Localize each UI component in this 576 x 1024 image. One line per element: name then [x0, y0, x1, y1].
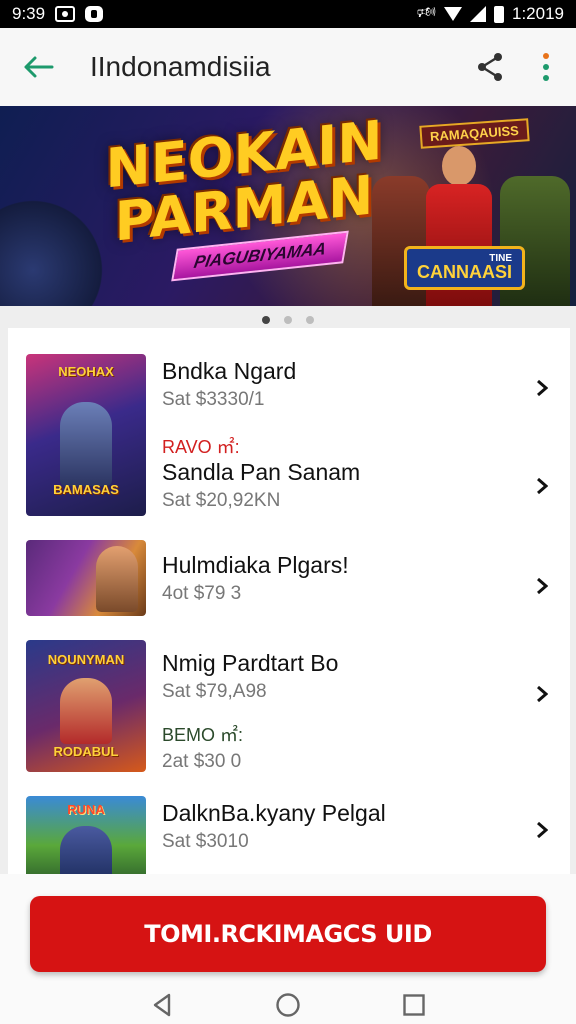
list-item[interactable]: NEOHAX BAMASAS Bndka Ngard Sat $3330/1 R…: [8, 328, 570, 528]
app-notification-icon: [85, 6, 104, 22]
chevron-right-icon: [532, 376, 552, 400]
primary-action-button[interactable]: TOMI.RCKIMAGCS UID: [30, 896, 546, 972]
carousel-dot[interactable]: [262, 316, 270, 324]
item-title: Bndka Ngard: [162, 358, 297, 384]
list-item[interactable]: NOUNYMAN RODABUL Nmig Pardtart Bo Sat $7…: [8, 628, 570, 778]
game-thumbnail: [26, 540, 146, 616]
app-title: IIndonamdisiia: [90, 51, 271, 82]
thumbnail-label: RODABUL: [53, 744, 119, 759]
thumbnail-figure: [96, 546, 138, 612]
app-bar: IIndonamdisiia: [0, 28, 576, 106]
status-time-right: 1:2019: [512, 4, 564, 23]
carousel-dot[interactable]: [306, 316, 314, 324]
item-title: Nmig Pardtart Bo: [162, 650, 339, 676]
carousel-indicator: [0, 316, 576, 324]
item-subtitle: Sat $79,A98: [162, 681, 267, 702]
item-subtitle: 4ot $79 3: [162, 583, 242, 604]
item-subtitle: Sat $3010: [162, 831, 249, 852]
game-thumbnail: NOUNYMAN RODABUL: [26, 640, 146, 772]
chevron-right-icon: [532, 574, 552, 598]
nav-back-icon[interactable]: [147, 990, 177, 1020]
game-thumbnail: NEOHAX BAMASAS: [26, 354, 146, 516]
back-arrow-icon[interactable]: [18, 47, 58, 87]
screenshot-notification-icon: [55, 6, 76, 22]
chevron-right-icon: [532, 682, 552, 706]
carousel-dot[interactable]: [284, 316, 292, 324]
item-subtitle: Sat $3330/1: [162, 389, 265, 410]
thumbnail-figure: [60, 826, 112, 874]
thumbnail-label: RUNA: [67, 802, 105, 817]
system-nav-bar: [0, 986, 576, 1024]
nav-recents-icon[interactable]: [399, 990, 429, 1020]
thumbnail-figure: [60, 402, 112, 486]
thumbnail-label: NEOHAX: [58, 364, 114, 379]
battery-icon: [494, 5, 504, 23]
promo-banner[interactable]: NEOKAIN PARMAN PIAGUBIYAMAA RAMAQAUISS T…: [0, 106, 576, 306]
item-tag: BEMO ㎡:: [162, 725, 244, 745]
chevron-right-icon: [532, 474, 552, 498]
game-thumbnail: RUNA: [26, 796, 146, 874]
item-title-secondary: Sandla Pan Sanam: [162, 459, 361, 485]
thumbnail-label: NOUNYMAN: [47, 652, 125, 667]
list-item[interactable]: RUNA DalknBa.kyany Pelgal Sat $3010: [8, 778, 570, 874]
item-title: Hulmdiaka Plgars!: [162, 552, 349, 578]
bottom-area: TOMI.RCKIMAGCS UID: [0, 874, 576, 1024]
nav-home-icon[interactable]: [273, 990, 303, 1020]
item-text: Bndka Ngard Sat $3330/1 RAVO ㎡: Sandla P…: [162, 358, 360, 512]
status-time-left: 9:39: [12, 4, 46, 23]
status-bar: 9:39 🕬 1:2019: [0, 0, 576, 28]
item-subtitle-secondary: Sat $20,92KN: [162, 490, 281, 511]
thumbnail-label: BAMASAS: [53, 482, 119, 497]
vibrate-icon: 🕬: [416, 3, 436, 21]
chevron-right-icon: [532, 818, 552, 842]
thumbnail-figure: [60, 678, 112, 744]
wifi-icon: [444, 7, 462, 21]
signal-icon: [470, 6, 486, 22]
list-item[interactable]: Hulmdiaka Plgars! 4ot $79 3: [8, 528, 570, 628]
share-icon[interactable]: [470, 47, 510, 87]
overflow-menu-icon[interactable]: [534, 47, 558, 87]
item-title: DalknBa.kyany Pelgal: [162, 800, 386, 826]
banner-badge: TINE CANNAASI: [404, 246, 526, 290]
item-text: Hulmdiaka Plgars! 4ot $79 3: [162, 552, 349, 605]
item-subtitle-secondary: 2at $30 0: [162, 751, 242, 772]
item-tag: RAVO ㎡:: [162, 437, 240, 457]
item-text: DalknBa.kyany Pelgal Sat $3010: [162, 800, 386, 853]
banner-badge-main: CANNAASI: [417, 262, 513, 282]
item-text: Nmig Pardtart Bo Sat $79,A98 BEMO ㎡: 2at…: [162, 650, 338, 773]
game-list: NEOHAX BAMASAS Bndka Ngard Sat $3330/1 R…: [8, 328, 570, 874]
